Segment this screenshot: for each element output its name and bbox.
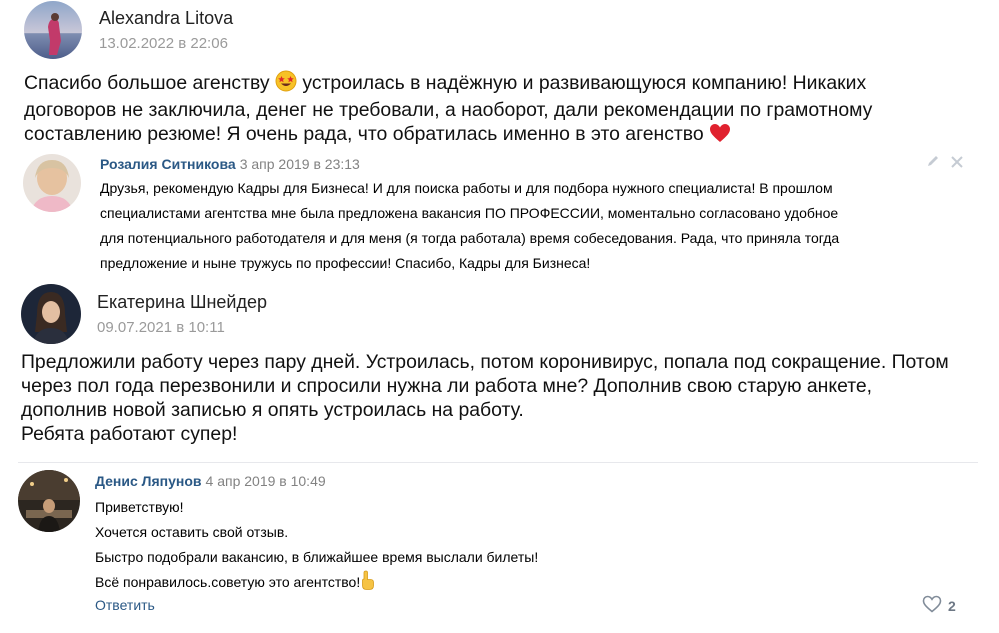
avatar[interactable] [21,284,81,344]
avatar[interactable] [24,1,82,59]
avatar[interactable] [18,470,80,532]
review-header: Екатерина Шнейдер 09.07.2021 в 10:11 [21,284,267,344]
review-text-part: Спасибо большое агенству [24,72,275,94]
avatar-photo [21,284,81,344]
avatar-photo [24,1,82,59]
review-text: Предложили работу через пару дней. Устро… [21,351,949,445]
close-icon[interactable] [951,155,963,173]
comment-author[interactable]: Денис Ляпунов [95,473,202,489]
comment-date[interactable]: 4 апр 2019 в 10:49 [206,473,326,489]
avatar-photo [18,470,80,532]
heart-outline-icon [922,595,942,616]
comment-header: Розалия Ситникова 3 апр 2019 в 23:13 [100,155,360,173]
like-count: 2 [948,597,956,614]
comment-author[interactable]: Розалия Ситникова [100,156,236,172]
pointing-finger-emoji-icon [360,570,376,598]
review-text: Спасибо большое агенству устроилась в на… [24,70,984,149]
comment-text-body: Приветствую! Хочется оставить свой отзыв… [95,499,539,590]
comment-header: Денис Ляпунов 4 апр 2019 в 10:49 [95,472,326,490]
avatar-photo [23,154,81,212]
review-date: 13.02.2022 в 22:06 [99,35,228,52]
review-author[interactable]: Екатерина Шнейдер [97,291,267,313]
review-header: Alexandra Litova 13.02.2022 в 22:06 [24,1,233,59]
comment-text: Приветствую! Хочется оставить свой отзыв… [95,495,955,598]
pencil-icon[interactable] [926,154,940,173]
divider [18,462,978,463]
like-button[interactable]: 2 [922,595,956,616]
star-struck-emoji-icon [275,70,297,98]
comment-text: Друзья, рекомендую Кадры для Бизнеса! И … [100,180,840,271]
red-heart-emoji-icon [709,123,731,149]
comment-date[interactable]: 3 апр 2019 в 23:13 [240,156,360,172]
review-date: 09.07.2021 в 10:11 [97,319,225,336]
avatar[interactable] [23,154,81,212]
reply-button[interactable]: Ответить [95,597,155,613]
review-author[interactable]: Alexandra Litova [99,7,233,29]
reviews-page: Alexandra Litova 13.02.2022 в 22:06 Спас… [0,0,999,633]
